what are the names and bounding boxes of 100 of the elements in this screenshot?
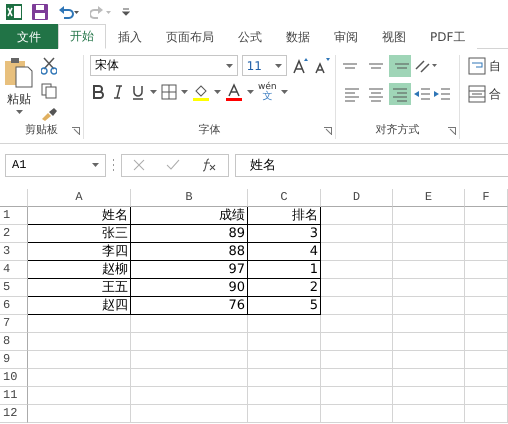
dropdown-caret-icon[interactable] — [275, 64, 282, 68]
file-tab[interactable]: 文件 — [0, 24, 58, 49]
empty-cell[interactable] — [393, 243, 465, 261]
empty-cell[interactable] — [321, 387, 393, 405]
dropdown-caret-icon[interactable] — [92, 163, 99, 167]
wrap-text-label[interactable]: 自 — [489, 58, 501, 74]
row-header[interactable]: 6 — [0, 297, 28, 315]
empty-cell[interactable] — [465, 369, 508, 387]
redo-icon[interactable] — [90, 5, 112, 19]
empty-cell[interactable] — [393, 351, 465, 369]
empty-cell[interactable] — [131, 315, 248, 333]
column-header[interactable]: E — [393, 189, 465, 207]
empty-cell[interactable] — [393, 405, 465, 423]
dropdown-caret-icon[interactable] — [181, 90, 188, 94]
row-header[interactable]: 10 — [0, 369, 28, 387]
align-button[interactable] — [389, 83, 411, 105]
row-header[interactable]: 12 — [0, 405, 28, 423]
empty-cell[interactable] — [393, 369, 465, 387]
empty-cell[interactable] — [393, 225, 465, 243]
column-header[interactable]: A — [28, 189, 131, 207]
column-header[interactable]: F — [465, 189, 508, 207]
shrink-font-icon[interactable] — [313, 56, 331, 74]
empty-cell[interactable] — [321, 333, 393, 351]
spreadsheet-app-icon[interactable] — [6, 4, 22, 20]
column-header[interactable]: D — [321, 189, 393, 207]
row-header[interactable]: 9 — [0, 351, 28, 369]
dropdown-caret-icon[interactable] — [16, 110, 22, 114]
row-header[interactable]: 2 — [0, 225, 28, 243]
empty-cell[interactable] — [28, 405, 131, 423]
empty-cell[interactable] — [248, 333, 321, 351]
row-header[interactable]: 11 — [0, 387, 28, 405]
empty-cell[interactable] — [248, 315, 321, 333]
empty-cell[interactable] — [465, 405, 508, 423]
empty-cell[interactable] — [321, 405, 393, 423]
dialog-launcher-icon[interactable] — [448, 127, 456, 135]
empty-cell[interactable] — [465, 225, 508, 243]
empty-cell[interactable] — [28, 369, 131, 387]
row-header[interactable]: 3 — [0, 243, 28, 261]
dropdown-caret-icon[interactable] — [247, 90, 254, 94]
fill-bucket-icon[interactable] — [192, 83, 210, 101]
empty-cell[interactable] — [321, 297, 393, 315]
font-size-field[interactable]: 11 — [242, 55, 287, 76]
empty-cell[interactable] — [131, 351, 248, 369]
row-header[interactable]: 4 — [0, 261, 28, 279]
merge-label[interactable]: 合 — [489, 86, 501, 102]
row-header[interactable]: 1 — [0, 207, 28, 225]
empty-cell[interactable] — [465, 297, 508, 315]
empty-cell[interactable] — [321, 315, 393, 333]
empty-cell[interactable] — [321, 351, 393, 369]
copy-icon[interactable] — [41, 83, 57, 99]
underline-icon[interactable] — [130, 84, 146, 100]
empty-cell[interactable] — [465, 261, 508, 279]
font-name-field[interactable]: 宋体 — [90, 55, 238, 76]
borders-icon[interactable] — [161, 84, 177, 100]
row-header[interactable]: 5 — [0, 279, 28, 297]
empty-cell[interactable] — [393, 315, 465, 333]
empty-cell[interactable] — [28, 315, 131, 333]
empty-cell[interactable] — [393, 261, 465, 279]
empty-cell[interactable] — [465, 279, 508, 297]
empty-cell[interactable] — [28, 351, 131, 369]
empty-cell[interactable] — [321, 207, 393, 225]
empty-cell[interactable] — [465, 333, 508, 351]
select-all-corner[interactable] — [0, 189, 28, 207]
dropdown-caret-icon[interactable] — [150, 90, 157, 94]
merge-cells-icon[interactable] — [468, 85, 486, 103]
scissors-icon[interactable] — [41, 57, 57, 75]
empty-cell[interactable] — [28, 387, 131, 405]
dropdown-caret-icon[interactable] — [214, 90, 221, 94]
check-icon[interactable] — [166, 159, 180, 171]
dropdown-caret-icon[interactable] — [280, 90, 288, 94]
empty-cell[interactable] — [131, 369, 248, 387]
empty-cell[interactable] — [321, 243, 393, 261]
empty-cell[interactable] — [321, 369, 393, 387]
empty-cell[interactable] — [465, 351, 508, 369]
empty-cell[interactable] — [393, 333, 465, 351]
empty-cell[interactable] — [465, 243, 508, 261]
ribbon-tab[interactable]: 开始 — [58, 24, 106, 49]
empty-cell[interactable] — [131, 333, 248, 351]
empty-cell[interactable] — [465, 207, 508, 225]
empty-cell[interactable] — [28, 333, 131, 351]
formula-field[interactable]: 姓名 — [235, 154, 508, 176]
column-header[interactable]: C — [248, 189, 321, 207]
undo-icon[interactable] — [58, 5, 80, 19]
save-icon[interactable] — [32, 4, 48, 20]
column-header[interactable]: B — [131, 189, 248, 207]
empty-cell[interactable] — [393, 279, 465, 297]
dialog-launcher-icon[interactable] — [72, 127, 80, 135]
empty-cell[interactable] — [465, 315, 508, 333]
row-header[interactable]: 7 — [0, 315, 28, 333]
empty-cell[interactable] — [248, 405, 321, 423]
phonetic-guide-button[interactable]: wén 文 — [258, 82, 277, 102]
empty-cell[interactable] — [393, 207, 465, 225]
empty-cell[interactable] — [131, 387, 248, 405]
name-box[interactable]: A1 — [5, 154, 106, 176]
empty-cell[interactable] — [465, 387, 508, 405]
dialog-launcher-icon[interactable] — [324, 127, 332, 135]
empty-cell[interactable] — [321, 279, 393, 297]
customize-toolbar-icon[interactable] — [122, 8, 130, 16]
empty-cell[interactable] — [248, 369, 321, 387]
row-header[interactable]: 8 — [0, 333, 28, 351]
